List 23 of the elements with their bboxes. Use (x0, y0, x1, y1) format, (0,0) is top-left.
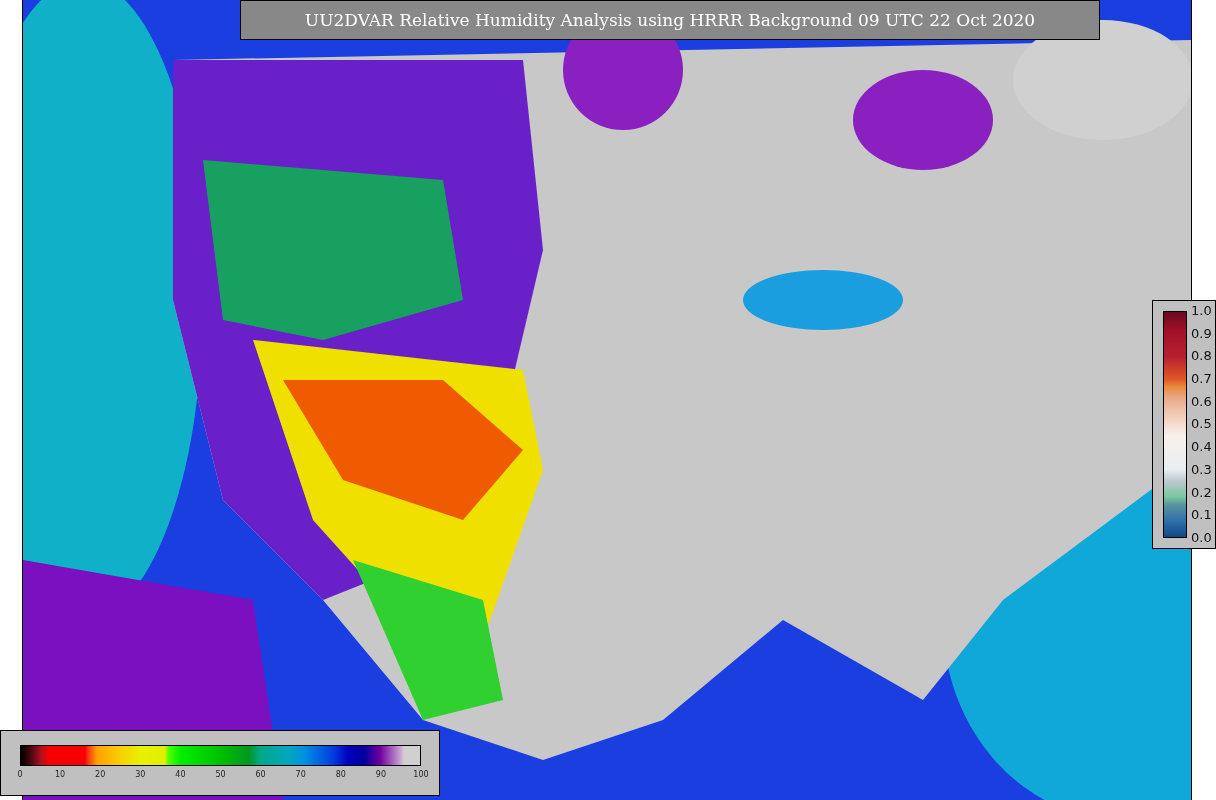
colorbar-tick-label: 0.9 (1191, 325, 1212, 342)
colorbar-tick-label: 80 (335, 770, 346, 779)
colorbar-tick-label: 40 (175, 770, 186, 779)
colorbar-tick-label: 50 (215, 770, 226, 779)
colorbar-tick-label: 100 (413, 770, 429, 779)
colorbar-tick-label: 70 (295, 770, 306, 779)
colorbar-tick-label: 0.4 (1191, 439, 1212, 456)
map-title: UU2DVAR Relative Humidity Analysis using HRRR Background 09 UTC 22 Oct 2020 (240, 0, 1100, 40)
colorbar-tick-label: 0.5 (1191, 416, 1212, 433)
colorbar-tick-label: 0.1 (1191, 507, 1212, 524)
colorbar-tick-label: 60 (255, 770, 266, 779)
colorbar-tick-label: 30 (135, 770, 146, 779)
colorbar-tick-label: 20 (95, 770, 106, 779)
colorbar-tick-label: 10 (55, 770, 66, 779)
colorbar-tick-label: 1.0 (1191, 303, 1212, 319)
colorbar-tick-label: 0.6 (1191, 393, 1212, 410)
colorbar-tick-label: 0.7 (1191, 371, 1212, 388)
colorbar-tick-label: 90 (375, 770, 386, 779)
colorbar-tick-label: 0.3 (1191, 461, 1212, 478)
colorbar-tick-label: 0.2 (1191, 484, 1212, 501)
colorbar-tick-label: 0 (17, 770, 23, 779)
colorbar-tick-label: 0.0 (1191, 529, 1212, 546)
colorbar-tick-label: 0.8 (1191, 348, 1212, 365)
